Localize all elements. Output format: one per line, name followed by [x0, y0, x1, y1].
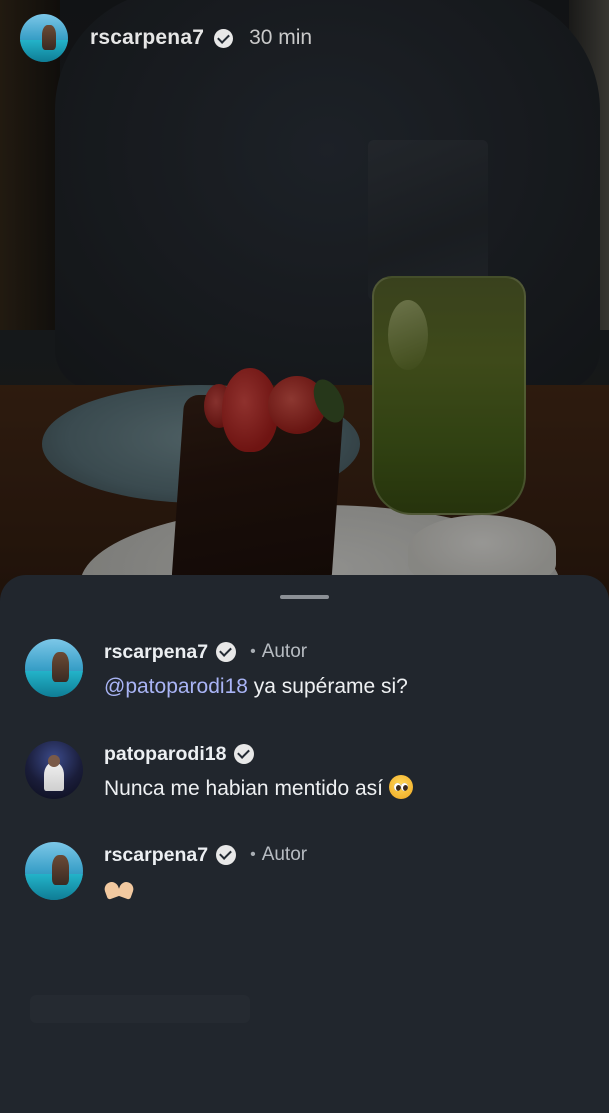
comment-text: Nunca me habian mentido así	[104, 775, 413, 801]
comment-avatar[interactable]	[25, 639, 83, 697]
heart-hands-icon	[102, 880, 136, 902]
comment-meta: rscarpena7 • Autor	[104, 842, 307, 868]
comment-body: rscarpena7 • Autor	[102, 842, 307, 902]
story-timestamp: 30 min	[249, 26, 313, 49]
story-username[interactable]: rscarpena7	[90, 26, 204, 50]
verified-badge-icon	[216, 642, 237, 662]
story-photo[interactable]	[0, 0, 609, 640]
comment-username[interactable]: rscarpena7	[104, 641, 208, 664]
drag-handle[interactable]	[280, 595, 329, 599]
verified-badge-icon	[214, 28, 234, 48]
comment-meta: rscarpena7 • Autor	[104, 639, 408, 665]
comment-text	[102, 878, 307, 902]
author-label: Autor	[261, 641, 308, 662]
comment-text: @patoparodi18 ya supérame si?	[104, 675, 408, 699]
comment-text-content: ya supérame si?	[247, 675, 408, 698]
story-avatar[interactable]	[20, 14, 68, 62]
comment-item: rscarpena7 • Autor	[25, 842, 307, 902]
comments-sheet: rscarpena7 • Autor @patoparodi18 ya supé…	[0, 575, 609, 1113]
separator-dot: •	[250, 846, 256, 863]
comment-body: rscarpena7 • Autor @patoparodi18 ya supé…	[104, 639, 408, 699]
comment-item: patoparodi18 Nunca me habian mentido así	[25, 741, 413, 801]
verified-badge-icon	[234, 744, 255, 764]
story-header: rscarpena7 30 min	[20, 14, 312, 62]
pleading-face-icon	[389, 775, 413, 800]
comment-meta: patoparodi18	[104, 741, 413, 767]
author-label: Autor	[261, 844, 308, 865]
verified-badge-icon	[216, 845, 237, 865]
photo-dim-overlay	[0, 0, 609, 640]
comment-body: patoparodi18 Nunca me habian mentido así	[104, 741, 413, 801]
mention-link[interactable]: @patoparodi18	[104, 675, 248, 698]
comment-text-content: Nunca me habian mentido así	[104, 777, 383, 800]
comment-username[interactable]: patoparodi18	[104, 743, 226, 766]
comment-avatar[interactable]	[25, 842, 83, 900]
separator-dot: •	[250, 643, 256, 660]
sheet-faded-area	[30, 995, 250, 1023]
comment-avatar[interactable]	[25, 741, 83, 799]
comment-username[interactable]: rscarpena7	[104, 844, 208, 867]
comment-item: rscarpena7 • Autor @patoparodi18 ya supé…	[25, 639, 408, 699]
